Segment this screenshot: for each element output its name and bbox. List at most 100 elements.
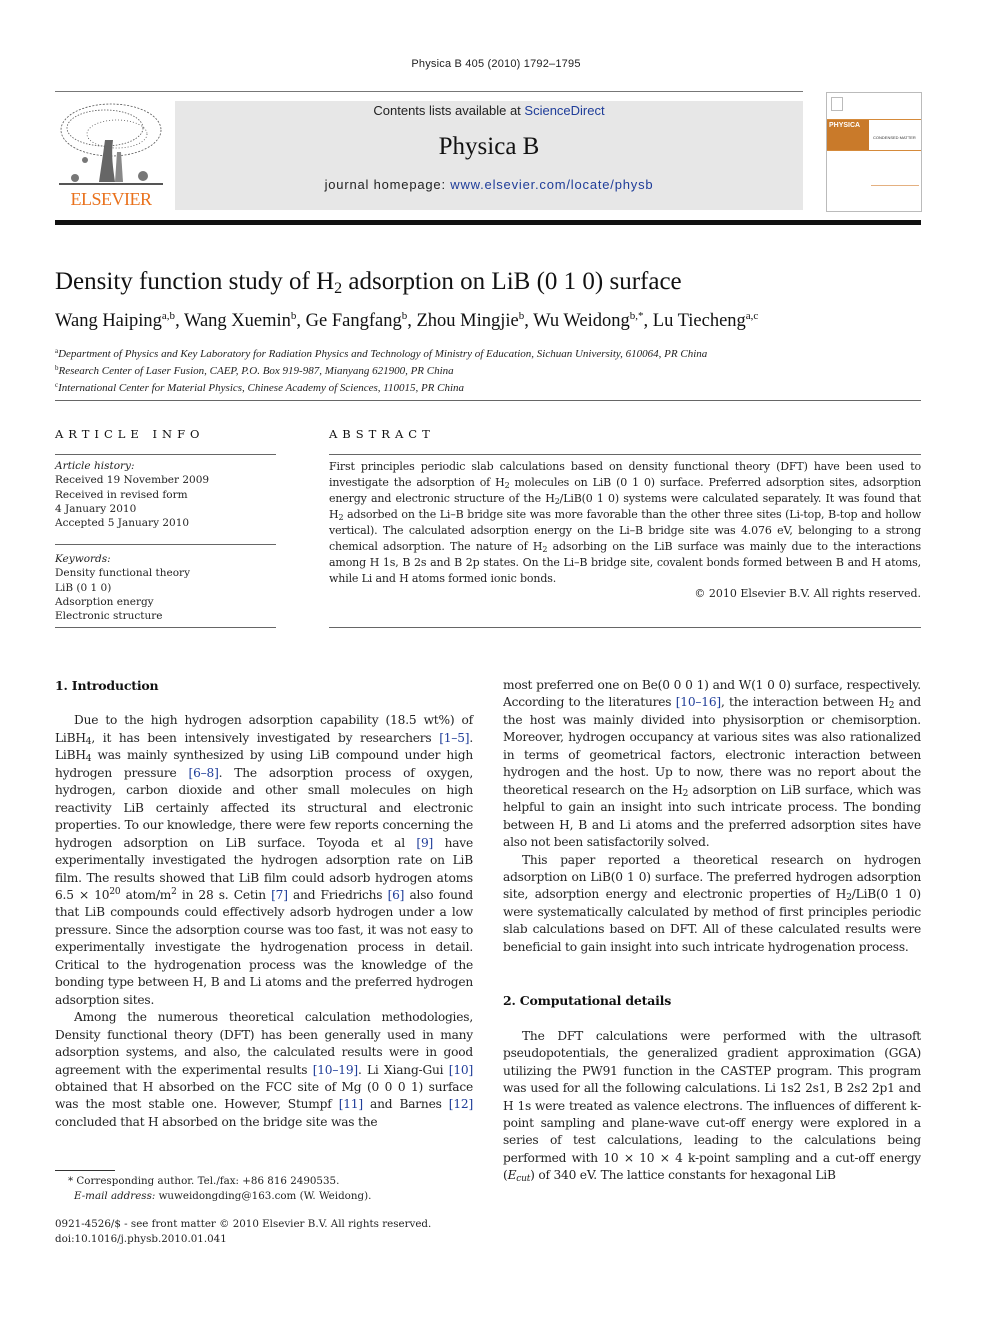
abstract-text: First principles periodic slab calculati… [329, 459, 921, 587]
text: , the interaction between H [720, 695, 889, 710]
affiliation: bResearch Center of Laser Fusion, CAEP, … [55, 361, 707, 378]
citation-link[interactable]: [6] [388, 888, 405, 902]
abstract-heading: ABSTRACT [329, 427, 435, 441]
author-affil-mark: b [518, 310, 525, 322]
history-divider [55, 544, 276, 545]
keyword: Electronic structure [55, 610, 163, 623]
keywords-label: Keywords: [55, 553, 111, 565]
journal-masthead: Contents lists available at ScienceDirec… [175, 101, 803, 210]
text: . Li Xiang-Gui [357, 1062, 449, 1077]
header-divider [55, 91, 803, 92]
author[interactable]: Wu Weidongb,* [533, 310, 644, 331]
author-affil-mark: b [401, 310, 408, 322]
citation-link[interactable]: [9] [416, 836, 433, 850]
text: The DFT calculations were performed with… [503, 1028, 921, 1183]
journal-title: Physica B [438, 133, 540, 160]
cover-subtitle: CONDENSED MATTER [873, 135, 916, 140]
homepage-link[interactable]: www.elsevier.com/locate/physb [450, 177, 653, 192]
text: also found that LiB compounds could effe… [55, 887, 473, 1007]
footnote-rule [55, 1170, 115, 1171]
author-affil-mark: a,b [161, 310, 176, 322]
citation-link[interactable]: [6–8] [189, 766, 219, 780]
subscript: cut [516, 1174, 531, 1185]
text: atom/m [120, 887, 172, 902]
publisher-wordmark: ELSEVIER [70, 189, 153, 209]
author[interactable]: Wang Xueminb [184, 310, 297, 331]
history-label: Article history: [55, 460, 135, 472]
author-name: Ge Fangfang [305, 311, 402, 331]
section-heading-introduction: 1. Introduction [55, 678, 159, 693]
citation-link[interactable]: [10] [449, 1063, 473, 1077]
keywords: Keywords: Density functional theory LiB … [55, 552, 190, 623]
keyword: Density functional theory [55, 567, 191, 580]
affiliation-text: Research Center of Laser Fusion, CAEP, P… [58, 365, 454, 377]
keyword: LiB (0 1 0) [55, 581, 112, 594]
corresponding-author-footnote: * Corresponding author. Tel./fax: +86 81… [68, 1174, 371, 1203]
author[interactable]: Zhou Mingjieb [416, 310, 525, 331]
affiliations: aDepartment of Physics and Key Laborator… [55, 344, 707, 395]
citation-link[interactable]: [10–16] [676, 695, 721, 709]
history-item: 4 January 2010 [55, 502, 137, 515]
contents-line: Contents lists available at ScienceDirec… [175, 103, 803, 118]
history-item: Received in revised form [55, 488, 188, 501]
affiliation-text: Department of Physics and Key Laboratory… [58, 348, 708, 360]
footnote-contact: * Corresponding author. Tel./fax: +86 81… [68, 1175, 340, 1187]
citation-link[interactable]: [1–5] [439, 731, 469, 745]
author-name: Wang Haiping [55, 311, 162, 331]
article-info-heading: ARTICLE INFO [55, 427, 205, 441]
paragraph: The DFT calculations were performed with… [503, 1028, 921, 1185]
citation-link[interactable]: [12] [449, 1097, 473, 1111]
text: ) of 340 eV. The lattice constants for h… [530, 1168, 836, 1183]
affiliation: cInternational Center for Material Physi… [55, 378, 707, 395]
abstract-divider [329, 454, 921, 455]
paragraph: This paper reported a theoretical resear… [503, 852, 921, 957]
text: and Friedrichs [287, 887, 388, 902]
affiliation-text: International Center for Material Physic… [58, 382, 465, 394]
elsevier-logo[interactable]: ELSEVIER [55, 100, 167, 210]
cover-logo-box [831, 97, 843, 111]
text: , it has been intensively investigated b… [91, 730, 440, 745]
author-name: Wu Weidong [533, 311, 630, 331]
abstract-copyright: © 2010 Elsevier B.V. All rights reserved… [694, 587, 921, 600]
author-name: Lu Tiecheng [652, 311, 746, 331]
sciencedirect-link[interactable]: ScienceDirect [524, 103, 604, 118]
title-part: Density function study of H [55, 268, 335, 295]
symbol: E [507, 1168, 517, 1183]
history-item: Accepted 5 January 2010 [55, 517, 190, 530]
masthead-bottom-bar [55, 220, 921, 225]
contents-prefix: Contents lists available at [373, 103, 525, 118]
email-value[interactable]: wuweidongding@163.com (W. Weidong). [155, 1190, 372, 1202]
doi[interactable]: doi:10.1016/j.physb.2010.01.041 [55, 1232, 431, 1247]
author-affil-mark: b [290, 310, 297, 322]
article-info-divider [55, 454, 276, 455]
author[interactable]: Lu Tiechenga,c [652, 310, 759, 331]
text: and Barnes [362, 1097, 449, 1112]
citation-link[interactable]: [11] [339, 1097, 363, 1111]
paragraph: Among the numerous theoretical calculati… [55, 1009, 473, 1131]
affiliation: aDepartment of Physics and Key Laborator… [55, 344, 707, 361]
tree-icon [59, 103, 163, 185]
issn-line: 0921-4526/$ - see front matter © 2010 El… [55, 1218, 432, 1230]
text: in 28 s. Cetin [176, 887, 272, 902]
paragraph: Due to the high hydrogen adsorption capa… [55, 712, 473, 1009]
citation-link[interactable]: [10–19] [313, 1063, 358, 1077]
homepage-prefix: journal homepage: [324, 177, 451, 192]
author-affil-mark: a,c [745, 310, 759, 322]
footnote-email: E-mail address: wuweidongding@163.com (W… [68, 1189, 371, 1204]
keywords-divider [55, 627, 276, 628]
citation-link[interactable]: [7] [271, 888, 288, 902]
history-item: Received 19 November 2009 [55, 474, 210, 487]
affiliations-divider [55, 400, 921, 401]
author[interactable]: Ge Fangfangb [305, 310, 408, 331]
cover-band: PHYSICA CONDENSED MATTER [827, 119, 921, 151]
text: and the host was mainly divided into phy… [503, 695, 921, 797]
paragraph-continued: most preferred one on Be(0 0 0 1) and W(… [503, 677, 921, 852]
author-affil-mark: b,* [629, 310, 644, 322]
article-history: Article history: Received 19 November 20… [55, 459, 209, 530]
author[interactable]: Wang Haipinga,b [55, 310, 176, 331]
left-column: 1. Introduction Due to the high hydrogen… [55, 677, 473, 1131]
cover-footer-line [871, 185, 919, 186]
homepage-line: journal homepage: www.elsevier.com/locat… [175, 177, 803, 192]
journal-cover-thumbnail[interactable]: PHYSICA CONDENSED MATTER [826, 92, 922, 212]
running-head: Physica B 405 (2010) 1792–1795 [411, 58, 581, 70]
